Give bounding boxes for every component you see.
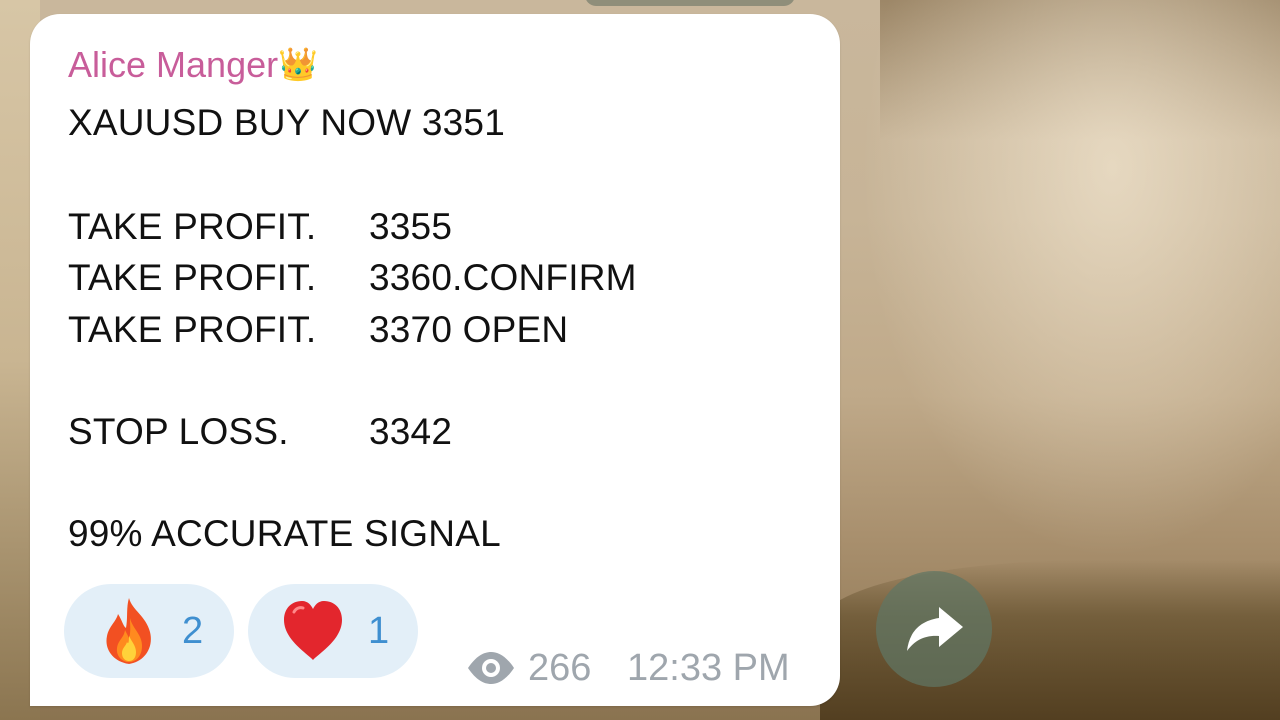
stop-loss-value: 3342 bbox=[369, 411, 453, 452]
take-profit-value: 3370 OPEN bbox=[369, 309, 569, 350]
reaction-heart[interactable]: 1 bbox=[248, 584, 418, 678]
reaction-count: 1 bbox=[368, 610, 390, 652]
take-profit-value: 3360.CONFIRM bbox=[369, 257, 637, 298]
take-profit-label: TAKE PROFIT. bbox=[68, 309, 317, 350]
message-bubble[interactable]: Alice Manger👑 XAUUSD BUY NOW 3351 TAKE P… bbox=[30, 14, 840, 706]
take-profit-row-3: TAKE PROFIT. 3370 OPEN bbox=[68, 308, 568, 352]
crown-icon: 👑 bbox=[278, 45, 318, 83]
forward-button[interactable] bbox=[876, 571, 992, 687]
sender-name[interactable]: Alice Manger👑 bbox=[68, 42, 318, 87]
stop-loss-label: STOP LOSS. bbox=[68, 411, 289, 452]
signal-accuracy-text: 99% ACCURATE SIGNAL bbox=[68, 513, 501, 554]
take-profit-row-2: TAKE PROFIT. 3360.CONFIRM bbox=[68, 256, 636, 300]
date-pill bbox=[585, 0, 795, 6]
take-profit-value: 3355 bbox=[369, 206, 453, 247]
take-profit-label: TAKE PROFIT. bbox=[68, 257, 317, 298]
take-profit-row-1: TAKE PROFIT. 3355 bbox=[68, 205, 452, 249]
message-time: 12:33 PM bbox=[627, 647, 790, 689]
take-profit-label: TAKE PROFIT. bbox=[68, 206, 317, 247]
message-headline: XAUUSD BUY NOW 3351 bbox=[68, 102, 505, 143]
heart-icon bbox=[284, 601, 342, 660]
reaction-count: 2 bbox=[182, 610, 204, 652]
fire-icon bbox=[106, 598, 151, 664]
bubble-tail bbox=[42, 664, 72, 692]
stop-loss-row: STOP LOSS. 3342 bbox=[68, 410, 452, 454]
forward-arrow-icon bbox=[907, 607, 963, 651]
eye-icon bbox=[468, 652, 514, 684]
view-count: 266 bbox=[528, 647, 592, 689]
reaction-fire[interactable]: 2 bbox=[64, 584, 234, 678]
sender-name-text: Alice Manger bbox=[68, 44, 279, 85]
